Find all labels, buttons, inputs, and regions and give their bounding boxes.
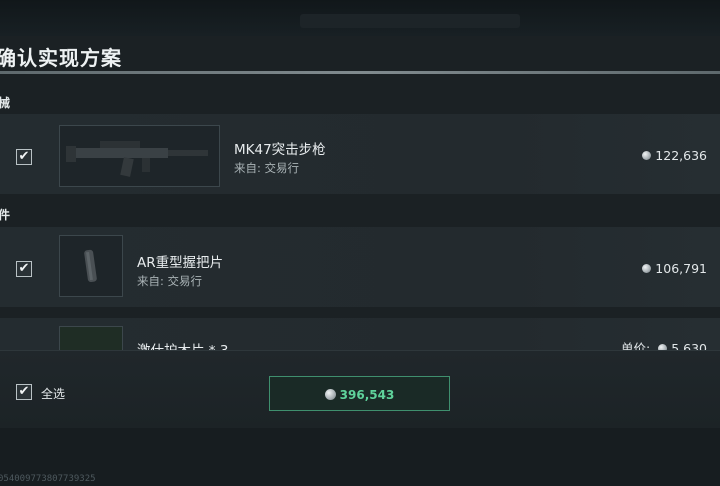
grip-icon	[84, 249, 97, 283]
list-item-handguard[interactable]: 激仕护木片 * 3 单价: 5,630	[0, 318, 720, 350]
list-item-weapon[interactable]: ✔ MK47突击步枪 来自: 交易行 122,636	[0, 114, 720, 194]
coin-icon	[324, 389, 336, 400]
select-all-label[interactable]: 全选	[41, 385, 65, 402]
top-strip	[0, 0, 720, 36]
item-checkbox[interactable]: ✔	[16, 149, 32, 165]
item-name: AR重型握把片	[137, 255, 224, 271]
coin-icon	[642, 264, 652, 273]
total-cost: 396,543	[339, 388, 395, 402]
coin-icon	[642, 151, 652, 160]
list-item-grip[interactable]: ✔ AR重型握把片 来自: 交易行 106,791	[0, 227, 720, 307]
item-name: 激仕护木片 * 3	[137, 339, 228, 350]
title-divider	[0, 71, 720, 74]
select-all-checkbox[interactable]: ✔	[16, 384, 32, 400]
bottom-band	[0, 428, 720, 486]
item-checkbox[interactable]: ✔	[16, 261, 32, 277]
item-source: 来自: 交易行	[234, 161, 300, 175]
dialog-title: 确认实现方案	[0, 46, 122, 70]
item-price: 106,791	[642, 261, 707, 276]
item-source: 来自: 交易行	[137, 274, 203, 288]
item-unit-price: 单价: 5,630	[621, 338, 707, 350]
session-id: 054009773807739325	[0, 474, 96, 484]
handguard-thumbnail	[59, 326, 123, 350]
section-label-weapon: 械	[0, 96, 11, 110]
rifle-thumbnail	[59, 125, 220, 187]
section-label-parts: 件	[0, 208, 11, 222]
item-name: MK47突击步枪	[234, 142, 326, 158]
rifle-icon	[66, 141, 208, 177]
item-price: 122,636	[642, 148, 707, 163]
top-glow	[300, 14, 520, 28]
total-cost-button[interactable]: 396,543	[269, 376, 450, 411]
grip-thumbnail	[59, 235, 123, 297]
